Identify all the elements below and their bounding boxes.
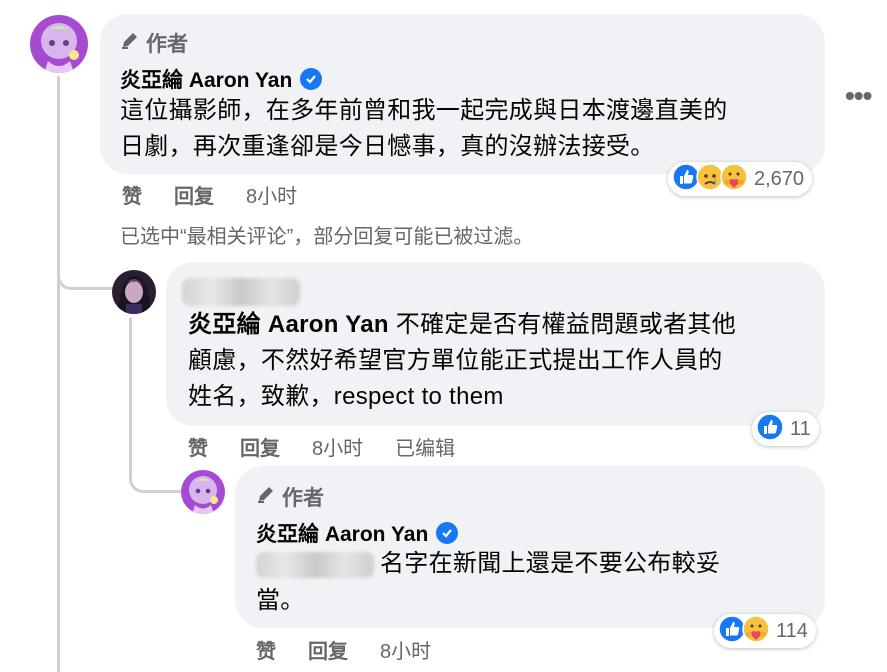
reply-time[interactable]: 8小时	[312, 432, 363, 461]
redacted-name	[182, 278, 300, 306]
reply-text-line-1: 炎亞綸 Aaron Yan 不確定是否有權益問題或者其他	[188, 306, 736, 344]
reply-text-line-1: 名字在新聞上還是不要公布較妥	[380, 550, 721, 577]
redacted-mention	[256, 552, 374, 578]
verified-badge-icon	[436, 522, 459, 544]
author-badge: 作者	[256, 482, 324, 512]
avatar-author[interactable]	[181, 470, 225, 514]
author-label: 作者	[282, 487, 324, 510]
reaction-count: 2,670	[754, 167, 805, 190]
edited-label: 已编辑	[395, 438, 456, 460]
reaction-summary[interactable]: 2,670	[668, 162, 813, 196]
filter-note: 已选中“最相关评论”，部分回复可能已被过滤。	[120, 226, 534, 248]
author-label: 作者	[146, 33, 188, 56]
like-button[interactable]: 赞	[256, 635, 276, 664]
like-reaction-icon	[756, 412, 784, 446]
reply-text-line-2: 當。	[256, 587, 305, 614]
avatar-replier[interactable]	[112, 270, 156, 314]
care-reaction-icon	[742, 614, 770, 648]
thread-connector-reply1	[57, 240, 117, 290]
care-reaction-icon	[720, 162, 748, 196]
thread-line-main	[57, 76, 60, 672]
author-name[interactable]: 炎亞綸 Aaron Yan	[120, 64, 292, 94]
reply-text-rest: 不確定是否有權益問題或者其他	[388, 311, 737, 338]
like-button[interactable]: 赞	[122, 180, 142, 209]
reply-button[interactable]: 回复	[240, 432, 280, 461]
comment-text-line-2: 日劇，再次重逢卻是今日憾事，真的沒辦法接受。	[120, 133, 655, 160]
comment-author-name[interactable]: 炎亞綸 Aaron Yan	[120, 64, 323, 94]
avatar-author[interactable]	[30, 15, 88, 73]
pencil-icon	[120, 30, 140, 56]
reply-text-line-2: 顧慮，不然好希望官方單位能正式提出工作人員的	[188, 347, 723, 374]
reply-author-name[interactable]: 炎亞綸 Aaron Yan	[256, 518, 459, 548]
reaction-count: 114	[776, 619, 808, 642]
reaction-count: 11	[790, 417, 811, 440]
reply-actions: 赞 回复 8小时	[256, 635, 463, 664]
author-badge: 作者	[120, 28, 188, 58]
comment-time[interactable]: 8小时	[246, 180, 297, 209]
author-name[interactable]: 炎亞綸 Aaron Yan	[256, 518, 428, 548]
verified-badge-icon	[300, 68, 323, 90]
comment-actions: 赞 回复 8小时	[122, 180, 329, 209]
reaction-summary[interactable]: 114	[714, 614, 816, 648]
reply-button[interactable]: 回复	[174, 180, 214, 209]
reply-actions: 赞 回复 8小时 已编辑	[188, 432, 487, 461]
comment-text-line-1: 這位攝影師，在多年前曾和我一起完成與日本渡邊直美的	[120, 97, 728, 124]
mention-link[interactable]: 炎亞綸 Aaron Yan	[188, 311, 389, 338]
pencil-icon	[256, 484, 276, 510]
reply-text-line-3: 姓名，致歉，respect to them	[188, 383, 504, 410]
reply-button[interactable]: 回复	[308, 635, 348, 664]
reaction-summary[interactable]: 11	[752, 412, 819, 446]
more-options-icon[interactable]: •••	[845, 80, 872, 112]
thread-connector-reply2	[129, 445, 181, 493]
reply-time[interactable]: 8小时	[380, 635, 431, 664]
like-button[interactable]: 赞	[188, 432, 208, 461]
